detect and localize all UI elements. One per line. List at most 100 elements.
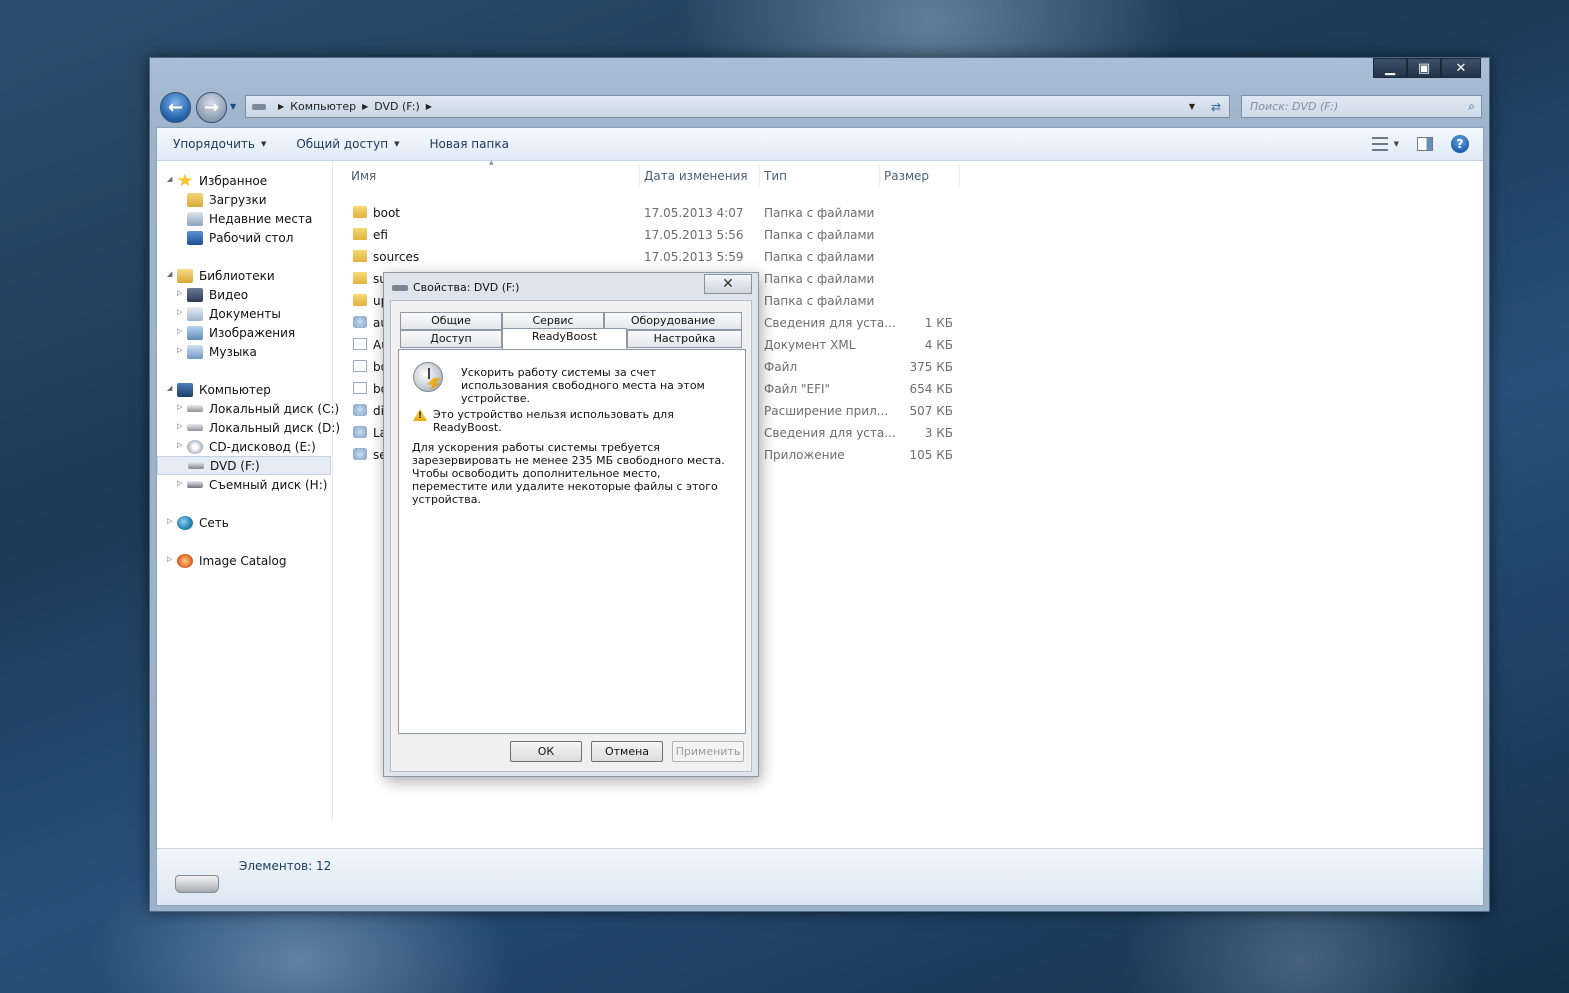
- nav-disk-d[interactable]: Локальный диск (D:): [187, 418, 340, 437]
- nav-network[interactable]: Сеть: [177, 513, 229, 532]
- collapse-arrow-icon[interactable]: ▷: [167, 555, 172, 563]
- collapse-arrow-icon[interactable]: ▷: [177, 289, 182, 297]
- collapse-arrow-icon[interactable]: ▷: [177, 403, 182, 411]
- video-library-icon: [187, 287, 203, 302]
- breadcrumb-dvd[interactable]: DVD (F:): [374, 100, 420, 113]
- file-icon: [353, 360, 367, 372]
- collapse-arrow-icon[interactable]: ▷: [177, 479, 182, 487]
- preview-pane-icon[interactable]: [1417, 137, 1433, 151]
- nav-disk-h[interactable]: Съемный диск (H:): [187, 475, 327, 494]
- tab-sharing[interactable]: Доступ: [400, 330, 502, 348]
- file-row[interactable]: sources 17.05.2013 5:59 Папка с файлами: [353, 246, 973, 268]
- details-pane: Элементов: 12: [157, 848, 1483, 905]
- chevron-right-icon[interactable]: ▶: [362, 102, 368, 111]
- collapse-arrow-icon[interactable]: ▷: [177, 422, 182, 430]
- tab-general[interactable]: Общие: [400, 312, 502, 330]
- view-dropdown-icon[interactable]: ▼: [1394, 140, 1399, 148]
- nav-image-catalog[interactable]: Image Catalog: [177, 551, 286, 570]
- nav-desktop[interactable]: Рабочий стол: [187, 228, 293, 247]
- expand-arrow-icon[interactable]: ◢: [167, 384, 172, 392]
- nav-video[interactable]: Видео: [187, 285, 248, 304]
- nav-recent-label: Недавние места: [209, 211, 313, 226]
- nav-disk-e[interactable]: CD-дисковод (E:): [187, 437, 316, 456]
- search-icon[interactable]: ⌕: [1468, 99, 1475, 114]
- refresh-icon[interactable]: ⇄: [1211, 100, 1221, 114]
- new-folder-button[interactable]: Новая папка: [429, 137, 508, 151]
- new-folder-label: Новая папка: [429, 137, 509, 151]
- address-bar[interactable]: ▶ Компьютер ▶ DVD (F:) ▶ ▼ ⇄: [245, 95, 1230, 118]
- file-size: 3 КБ: [924, 426, 953, 440]
- nav-pictures[interactable]: Изображения: [187, 323, 295, 342]
- nav-documents[interactable]: Документы: [187, 304, 281, 323]
- readyboost-intro: Ускорить работу системы за счет использо…: [461, 366, 705, 405]
- nav-recent[interactable]: Недавние места: [187, 209, 312, 228]
- nav-disk-c[interactable]: Локальный диск (C:): [187, 399, 339, 418]
- organize-button[interactable]: Упорядочить ▼: [173, 137, 266, 151]
- command-bar: Упорядочить ▼ Общий доступ ▼ Новая папка…: [157, 128, 1483, 161]
- help-icon[interactable]: ?: [1451, 135, 1469, 153]
- chevron-down-icon: ▼: [260, 140, 267, 148]
- column-date[interactable]: Дата изменения: [640, 165, 760, 187]
- nav-favorites[interactable]: Избранное: [177, 171, 267, 190]
- back-button[interactable]: ←: [160, 92, 191, 123]
- dialog-title: Свойства: DVD (F:): [413, 281, 520, 294]
- breadcrumb-computer[interactable]: Компьютер: [290, 100, 356, 113]
- nav-libraries[interactable]: Библиотеки: [177, 266, 275, 285]
- search-placeholder: Поиск: DVD (F:): [1250, 100, 1339, 113]
- documents-library-icon: [187, 306, 203, 321]
- close-button[interactable]: ✕: [1441, 58, 1481, 78]
- minimize-button[interactable]: ▁: [1373, 58, 1407, 78]
- maximize-button[interactable]: ▣: [1407, 58, 1441, 78]
- collapse-arrow-icon[interactable]: ▷: [177, 308, 182, 316]
- file-size: 4 КБ: [924, 338, 953, 352]
- apply-button[interactable]: Применить: [672, 741, 744, 762]
- recent-pages-dropdown[interactable]: ▼: [230, 102, 236, 111]
- nav-computer-label: Компьютер: [199, 382, 271, 397]
- nav-disk-f[interactable]: DVD (F:): [157, 456, 331, 475]
- chevron-right-icon[interactable]: ▶: [278, 102, 284, 111]
- nav-disk-d-label: Локальный диск (D:): [209, 420, 341, 435]
- nav-computer[interactable]: Компьютер: [177, 380, 271, 399]
- column-type[interactable]: Тип: [760, 165, 880, 187]
- file-name: sources: [373, 250, 420, 264]
- file-icon: [353, 338, 367, 350]
- chevron-right-icon[interactable]: ▶: [426, 102, 432, 111]
- expand-arrow-icon[interactable]: ◢: [167, 270, 172, 278]
- collapse-arrow-icon[interactable]: ▷: [167, 517, 172, 525]
- file-type: Папка с файлами: [764, 228, 875, 242]
- expand-arrow-icon[interactable]: ◢: [167, 175, 172, 183]
- nav-downloads[interactable]: Загрузки: [187, 190, 267, 209]
- share-button[interactable]: Общий доступ ▼: [296, 137, 399, 151]
- search-input[interactable]: Поиск: DVD (F:) ⌕: [1241, 95, 1482, 118]
- file-date: 17.05.2013 5:59: [644, 250, 744, 264]
- setup-file-icon: [353, 404, 367, 416]
- nav-music[interactable]: Музыка: [187, 342, 257, 361]
- dvd-drive-icon: [392, 284, 408, 291]
- dialog-close-button[interactable]: ✕: [704, 274, 752, 294]
- nav-image-catalog-label: Image Catalog: [199, 553, 287, 568]
- column-name[interactable]: Имя: [347, 165, 640, 187]
- nav-disk-e-label: CD-дисковод (E:): [209, 439, 316, 454]
- column-size[interactable]: Размер: [880, 165, 960, 187]
- nav-desktop-label: Рабочий стол: [209, 230, 294, 245]
- collapse-arrow-icon[interactable]: ▷: [177, 327, 182, 335]
- forward-button[interactable]: →: [196, 92, 227, 123]
- change-view-icon[interactable]: [1371, 137, 1388, 151]
- nav-disk-h-label: Съемный диск (H:): [209, 477, 328, 492]
- cancel-button[interactable]: Отмена: [591, 741, 663, 762]
- tab-readyboost[interactable]: ReadyBoost: [502, 328, 627, 349]
- collapse-arrow-icon[interactable]: ▷: [177, 346, 182, 354]
- file-row[interactable]: efi 17.05.2013 5:56 Папка с файлами: [353, 224, 973, 246]
- file-size: 105 КБ: [909, 448, 953, 462]
- file-row[interactable]: boot 17.05.2013 4:07 Папка с файлами: [353, 202, 973, 224]
- nav-video-label: Видео: [209, 287, 249, 302]
- address-dropdown-icon[interactable]: ▼: [1189, 102, 1195, 111]
- dvd-drive-icon: [175, 875, 219, 893]
- readyboost-panel: Ускорить работу системы за счет использо…: [398, 349, 746, 734]
- collapse-arrow-icon[interactable]: ▷: [177, 441, 182, 449]
- computer-icon: [177, 382, 193, 397]
- file-type: Расширение прил...: [764, 404, 889, 418]
- ok-button[interactable]: ОК: [510, 741, 582, 762]
- tab-customize[interactable]: Настройка: [627, 330, 742, 348]
- caption-buttons: ▁ ▣ ✕: [1373, 58, 1481, 78]
